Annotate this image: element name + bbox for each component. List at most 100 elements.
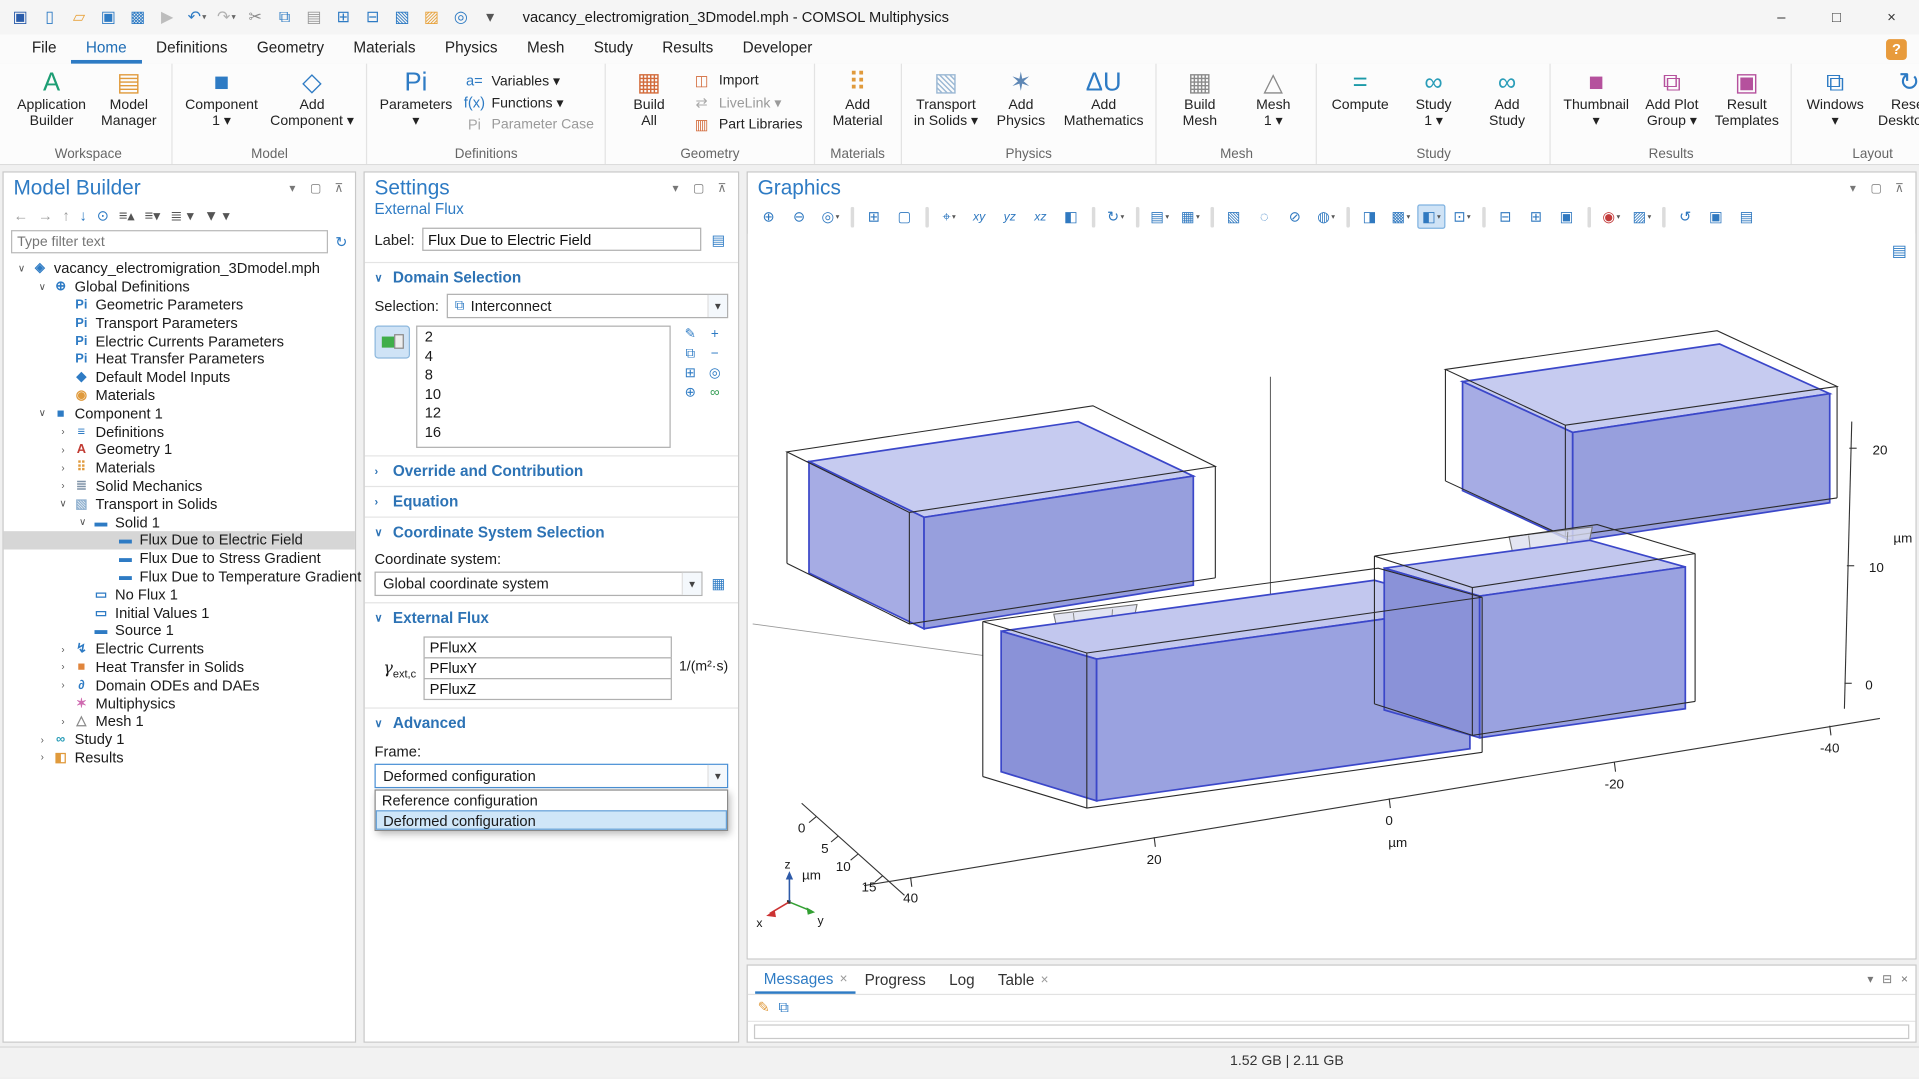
flux-z-input[interactable] [423,678,671,700]
domain-list[interactable]: 248101216 [416,326,671,448]
tree-filter-input[interactable] [11,230,328,253]
windows-button[interactable]: ⧉ Windows ▾ [1798,64,1871,130]
tree-expander-icon[interactable]: › [55,462,71,473]
build-all-button[interactable]: ▦ Build All [612,64,685,130]
maximize-button[interactable]: □ [1809,0,1864,34]
selection-combo[interactable]: ⧉ Interconnect ▼ [446,294,728,318]
frame-combo[interactable]: Deformed configuration ▼ [375,764,729,788]
show-icon[interactable]: ⊙ [97,207,109,224]
toolbar-separator[interactable] [1210,206,1214,227]
tree-expander-icon[interactable]: ∨ [13,263,29,274]
split-view-icon[interactable]: ▣ [1553,204,1581,228]
view-selection-icon[interactable]: ∞ [703,384,726,402]
section-advanced[interactable]: ∨ Advanced [365,709,738,738]
menu-home[interactable]: Home [71,34,141,63]
move-selection-icon[interactable]: ⊕ [679,384,702,402]
chevron-down-icon[interactable]: ▼ [707,295,727,317]
panel-minimize-icon[interactable]: ⊟ [1882,973,1892,986]
section-coordinate-system[interactable]: ∨ Coordinate System Selection [365,518,738,547]
tree-item-flux-electric-field[interactable]: ▬ Flux Due to Electric Field [4,531,355,549]
tree-expander-icon[interactable]: › [55,680,71,691]
tree-item-electric-currents[interactable]: › ↯ Electric Currents [4,640,355,658]
transparency-icon[interactable]: ◨ [1356,204,1384,228]
tab-progress[interactable]: Progress [856,966,940,994]
delete-icon[interactable]: ⊟ [359,2,388,31]
tree-item-source-1[interactable]: ▬ Source 1 [4,622,355,640]
toolbar-separator[interactable] [1136,206,1140,227]
panel-float-icon[interactable]: ▢ [1869,182,1884,195]
panel-pin-icon[interactable]: ⊼ [332,182,347,195]
panel-pin-icon[interactable]: ⊼ [715,182,730,195]
frame-option-deformed[interactable]: Deformed configuration [376,810,727,830]
tree-expander-icon[interactable]: › [55,716,71,727]
clear-selection-icon[interactable]: ▨ [417,2,446,31]
tree-item-mesh-1[interactable]: › △ Mesh 1 [4,712,355,730]
save-as-icon[interactable]: ▩ [124,2,153,31]
snapshot-icon[interactable]: ▣ [1702,204,1730,228]
tree-item-results[interactable]: › ◧ Results [4,748,355,766]
component-1-button[interactable]: ■ Component 1 ▾ [179,64,264,130]
rename-icon[interactable]: ▤ [709,231,729,248]
move-down-icon[interactable]: ↓ [80,207,87,224]
result-templates-button[interactable]: ▣ Result Templates [1709,64,1785,130]
application-builder-button[interactable]: A Application Builder [11,64,92,130]
section-external-flux[interactable]: ∨ External Flux [365,603,738,632]
panel-float-icon[interactable]: ▢ [692,182,707,195]
domain-list-item[interactable]: 8 [425,366,662,385]
tree-item-component-1[interactable]: ∨ ■ Component 1 [4,404,355,422]
select-box-icon[interactable]: ▧ [388,2,417,31]
deselect-icon[interactable]: ⊘ [1281,204,1309,228]
paint-selection-icon[interactable]: ✎ [679,326,702,344]
toolbar-separator[interactable] [1482,206,1486,227]
add-plot-group-button[interactable]: ⧉ Add Plot Group ▾ [1635,64,1708,130]
filter-icon[interactable]: ▼ ▾ [204,207,230,224]
tree-expander-icon[interactable]: › [34,752,50,763]
color-palette-icon[interactable]: ▨ ▾ [1628,204,1656,228]
tree-expander-icon[interactable]: › [34,734,50,745]
menu-materials[interactable]: Materials [339,34,430,63]
tree-expander-icon[interactable]: › [55,661,71,672]
tree-item-solid-mechanics[interactable]: › ≣ Solid Mechanics [4,477,355,495]
panel-close-icon[interactable]: × [1901,973,1908,986]
menu-file[interactable]: File [17,34,71,63]
mesh-1-button[interactable]: △ Mesh 1 ▾ [1237,64,1310,130]
undo-icon[interactable]: ↶ ▾ [182,2,211,31]
close-button[interactable]: × [1864,0,1919,34]
build-mesh-button[interactable]: ▦ Build Mesh [1163,64,1236,130]
domain-list-item[interactable]: 12 [425,404,662,423]
graphics-canvas[interactable]: ▤ [748,234,1916,959]
duplicate-icon[interactable]: ⊞ [329,2,358,31]
select-box-icon[interactable]: ▧ [1220,204,1248,228]
go-to-source-icon[interactable]: ▦ [709,575,729,592]
tree-item-heat-transfer-in-solids[interactable]: › ■ Heat Transfer in Solids [4,658,355,676]
toolbar-separator[interactable] [1092,206,1096,227]
split-vertical-icon[interactable]: ⊞ [1523,204,1551,228]
add-physics-button[interactable]: ✶ Add Physics [984,64,1057,130]
panel-menu-icon[interactable]: ▾ [1846,182,1861,195]
pointer-log-icon[interactable]: ✎ [758,999,770,1017]
flux-x-input[interactable] [423,636,671,658]
cut-icon[interactable]: ✂ [241,2,270,31]
livelink-button[interactable]: ⇄ LiveLink ▾ [691,94,803,111]
selection-colors-icon[interactable]: ◉ ▾ [1597,204,1625,228]
zoom-out-icon[interactable]: ⊖ [786,204,814,228]
domain-list-item[interactable]: 4 [425,347,662,366]
tree-item-model-root[interactable]: ∨ ◈ vacancy_electromigration_3Dmodel.mph [4,259,355,277]
toolbar-separator[interactable] [925,206,929,227]
tree-item-default-model-inputs[interactable]: ◆ Default Model Inputs [4,368,355,386]
tree-expander-icon[interactable]: ∨ [55,498,71,509]
tree-expander-icon[interactable]: ∨ [75,517,91,528]
tree-item-flux-temperature-gradient[interactable]: ▬ Flux Due to Temperature Gradient [4,567,355,585]
go-to-view-icon[interactable]: ◧ [1057,204,1085,228]
reset-desktop-button[interactable]: ↻ Reset Desktop ▾ [1872,64,1919,130]
go-forward-icon[interactable]: → [38,207,53,224]
tree-item-domain-odes[interactable]: › ∂ Domain ODEs and DAEs [4,676,355,694]
menu-results[interactable]: Results [648,34,728,63]
add-study-button[interactable]: ∞ Add Study [1470,64,1543,130]
flux-y-input[interactable] [423,657,671,679]
tab-log[interactable]: Log [941,966,990,994]
functions-button[interactable]: f(x) Functions ▾ [463,94,594,111]
split-horizontal-icon[interactable]: ⊟ [1492,204,1520,228]
view-menu-icon[interactable]: ⌖ ▾ [935,204,963,228]
tree-item-heat-transfer-parameters[interactable]: Pi Heat Transfer Parameters [4,350,355,368]
